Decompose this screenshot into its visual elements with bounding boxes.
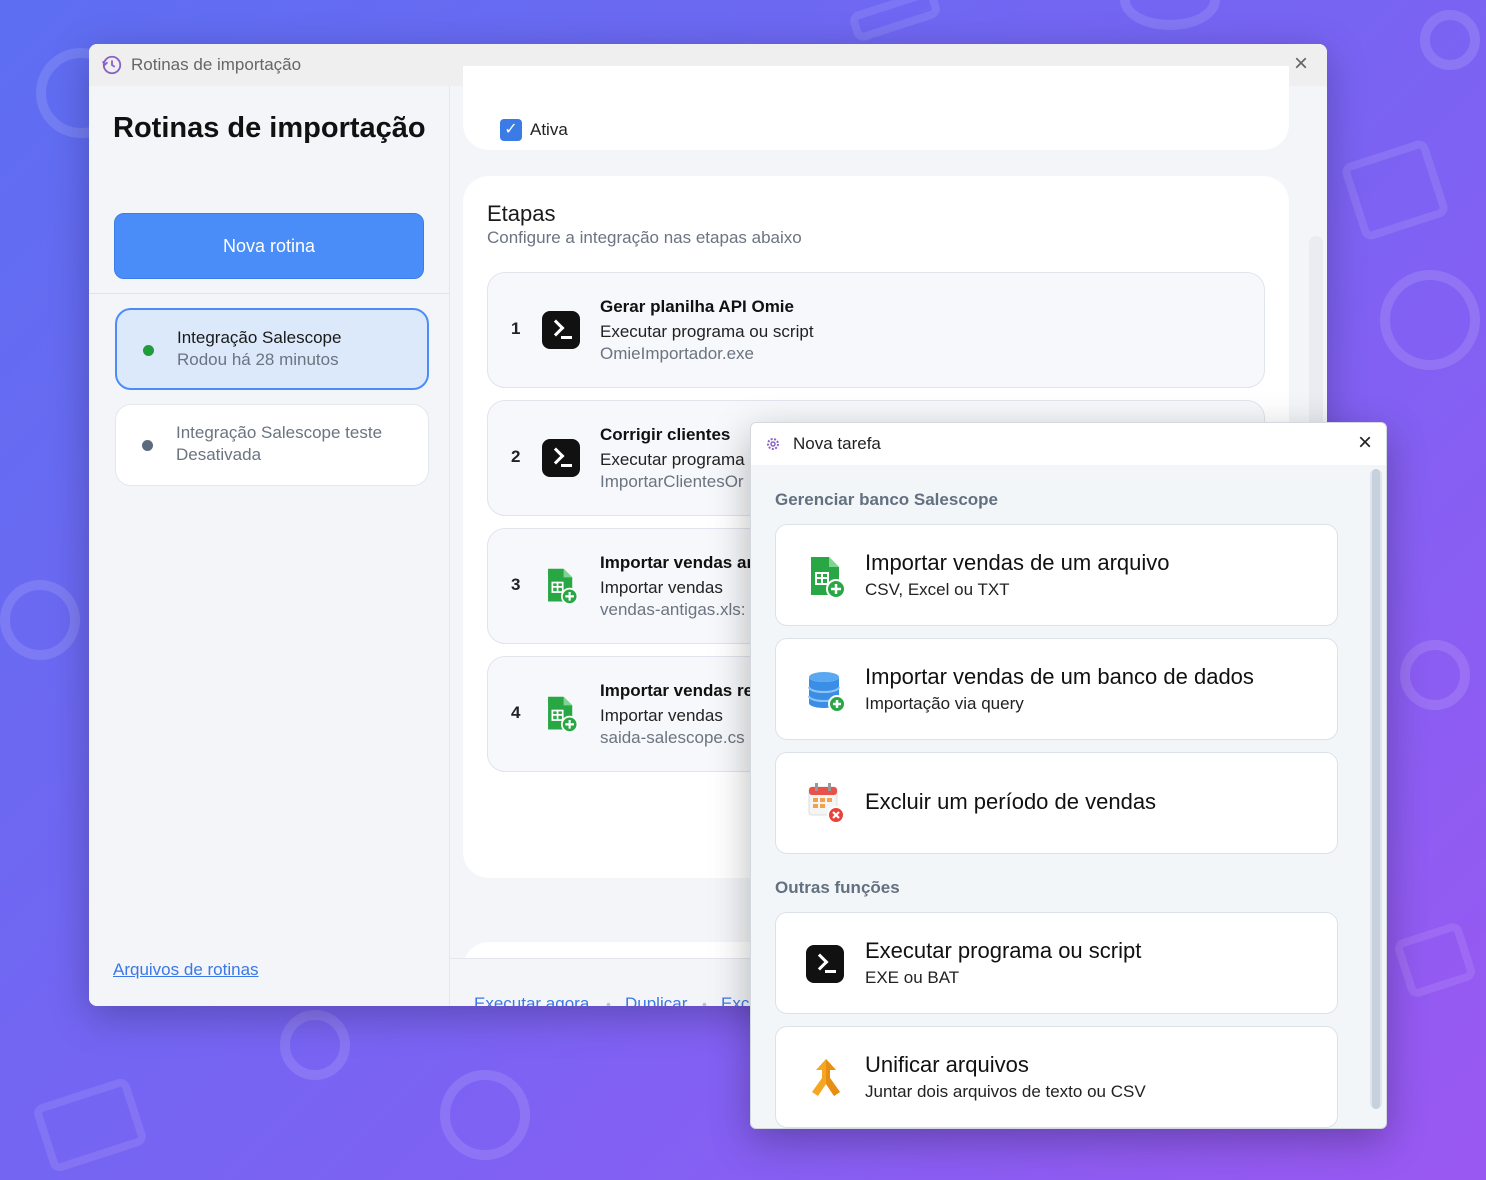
step-number: 1 <box>511 319 521 338</box>
section-label: Gerenciar banco Salescope <box>775 490 998 509</box>
step-type: Importar vendas <box>600 706 723 725</box>
terminal-icon <box>806 945 844 983</box>
routine-item[interactable]: Integração Salescope Rodou há 28 minutos <box>115 308 429 390</box>
import-sales-database-option[interactable]: Importar vendas de um banco de dados Imp… <box>775 638 1338 740</box>
option-title: Executar programa ou script <box>865 938 1142 963</box>
option-title: Importar vendas de um arquivo <box>865 550 1170 575</box>
step-number: 4 <box>511 703 521 722</box>
dialog-titlebar: Nova tarefa × <box>751 423 1386 465</box>
steps-description: Configure a integração nas etapas abaixo <box>487 228 802 247</box>
active-checkbox-label: Ativa <box>530 120 568 139</box>
dialog-scrollbar[interactable] <box>1370 469 1382 1109</box>
sidebar-divider <box>89 293 449 294</box>
step-file: saida-salescope.cs <box>600 728 745 747</box>
duplicate-link[interactable]: Duplicar <box>625 994 687 1006</box>
step-number: 2 <box>511 447 521 466</box>
step-type: Executar programa ou script <box>600 322 814 341</box>
step-title: Importar vendas ar <box>600 553 754 572</box>
step-title: Corrigir clientes <box>600 425 731 444</box>
routine-status: Desativada <box>176 445 262 464</box>
new-task-dialog: Nova tarefa × Gerenciar banco Salescope … <box>750 422 1387 1129</box>
sidebar-heading: Rotinas de importação <box>113 112 426 144</box>
run-now-link[interactable]: Executar agora <box>474 994 589 1006</box>
step-type: Importar vendas <box>600 578 723 597</box>
routine-files-link[interactable]: Arquivos de rotinas <box>113 960 259 980</box>
option-subtitle: EXE ou BAT <box>865 968 960 987</box>
option-title: Importar vendas de um banco de dados <box>865 664 1254 689</box>
step-file: vendas-antigas.xls: <box>600 600 746 619</box>
option-title: Excluir um período de vendas <box>865 789 1157 814</box>
close-icon[interactable]: × <box>1289 52 1313 77</box>
routine-name: Integração Salescope teste <box>176 423 383 442</box>
step-title: Importar vendas re <box>600 681 754 700</box>
merge-files-option[interactable]: Unificar arquivos Juntar dois arquivos d… <box>775 1026 1338 1128</box>
run-program-option[interactable]: Executar programa ou script EXE ou BAT <box>775 912 1338 1014</box>
calendar-delete-icon <box>808 783 845 824</box>
new-routine-button[interactable]: Nova rotina <box>114 213 424 279</box>
terminal-icon <box>542 311 580 349</box>
steps-title: Etapas <box>487 201 556 226</box>
step-file: OmieImportador.exe <box>600 344 755 363</box>
routine-name: Integração Salescope <box>177 328 342 347</box>
gear-icon <box>767 438 779 450</box>
option-title: Unificar arquivos <box>865 1052 1029 1077</box>
step-type: Executar programa <box>600 450 745 469</box>
sidebar: Rotinas de importação Nova rotina Integr… <box>89 86 450 1006</box>
step-number: 3 <box>511 575 521 594</box>
database-add-icon <box>808 672 846 713</box>
section-label: Outras funções <box>775 878 900 897</box>
option-subtitle: CSV, Excel ou TXT <box>865 580 1010 599</box>
active-checkbox[interactable]: ✓ <box>500 119 522 141</box>
spreadsheet-add-icon <box>548 696 579 733</box>
import-sales-file-option[interactable]: Importar vendas de um arquivo CSV, Excel… <box>775 524 1338 626</box>
delete-sales-period-option[interactable]: Excluir um período de vendas <box>775 752 1338 854</box>
routine-status: Rodou há 28 minutos <box>177 350 339 369</box>
option-subtitle: Juntar dois arquivos de texto ou CSV <box>865 1082 1146 1101</box>
spreadsheet-add-icon <box>811 557 846 599</box>
separator-dot: • <box>702 996 707 1006</box>
step-title: Gerar planilha API Omie <box>600 297 794 316</box>
spreadsheet-add-icon <box>548 568 579 605</box>
window-title: Rotinas de importação <box>131 55 302 74</box>
dialog-title: Nova tarefa <box>793 434 881 453</box>
delete-link[interactable]: Exc <box>721 994 749 1006</box>
step-item[interactable]: 1 Gerar planilha API Omie Executar progr… <box>487 272 1265 388</box>
terminal-icon <box>542 439 580 477</box>
separator-dot: • <box>606 996 611 1006</box>
scrollbar-thumb[interactable] <box>1372 469 1380 1109</box>
status-dot <box>142 440 153 451</box>
step-file: ImportarClientesOr <box>600 472 744 491</box>
close-icon[interactable]: × <box>1358 431 1372 455</box>
status-dot <box>143 345 154 356</box>
settings-card: ✓ Ativa <box>463 66 1289 150</box>
routine-item[interactable]: Integração Salescope teste Desativada <box>115 404 429 486</box>
history-icon <box>102 55 122 75</box>
merge-icon <box>812 1059 840 1096</box>
option-subtitle: Importação via query <box>865 694 1024 713</box>
